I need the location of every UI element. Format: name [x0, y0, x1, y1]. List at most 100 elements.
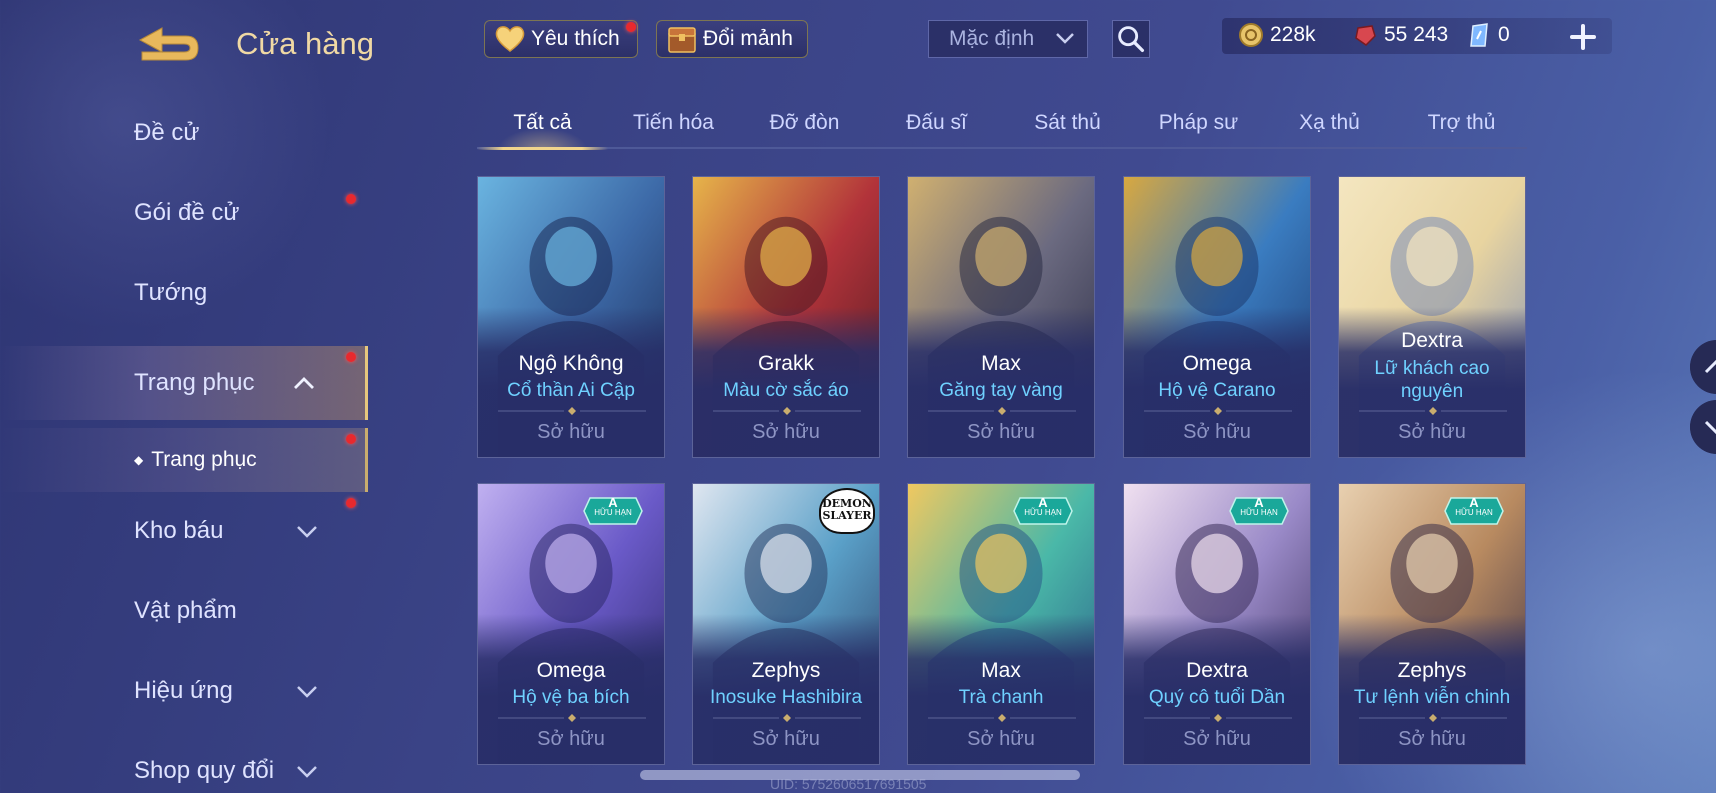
red-gem-icon — [1355, 25, 1376, 46]
hero-name: Omega — [536, 659, 606, 682]
ornament-divider — [498, 407, 646, 415]
gold-coin-icon — [1239, 23, 1263, 47]
owned-status: Sở hữu — [1183, 728, 1251, 750]
owned-status: Sở hữu — [537, 728, 605, 750]
ornament-divider — [1144, 714, 1292, 722]
owned-status: Sở hữu — [537, 421, 605, 443]
skin-card[interactable]: Dextra Quý cô tuổi Dần Sở hữu A HỮU HẠN — [1123, 483, 1311, 765]
tab-support[interactable]: Trợ thủ — [1396, 102, 1527, 148]
notification-dot — [346, 194, 356, 204]
notification-dot — [346, 434, 356, 444]
hero-name: Grakk — [757, 352, 814, 375]
owned-status: Sở hữu — [752, 728, 820, 750]
skin-name: Quý cô tuổi Dần — [1148, 687, 1286, 708]
player-uid: UID: 5752606517691505 — [770, 776, 927, 792]
scroll-down-button[interactable] — [1690, 400, 1716, 454]
sidebar-item-recommended[interactable]: Đề cử — [0, 96, 368, 170]
sort-value: Mặc định — [949, 27, 1035, 50]
exchange-label: Đổi mảnh — [703, 27, 793, 50]
sidebar: Đề cử Gói đề cử Tướng Trang phục ◆ Trang… — [0, 96, 370, 793]
hero-name: Max — [981, 352, 1021, 375]
tab-marksman[interactable]: Xạ thủ — [1264, 102, 1395, 148]
badge-label: HỮU HẠN — [1240, 508, 1278, 517]
treasure-chest-icon — [668, 27, 696, 53]
hero-name: Max — [981, 659, 1021, 682]
ornament-divider — [1144, 407, 1292, 415]
gem-currency: 55 243 — [1352, 22, 1448, 48]
notification-dot — [626, 22, 636, 32]
tab-tank[interactable]: Đỡ đòn — [739, 102, 870, 148]
ornament-divider — [713, 714, 861, 722]
chevron-down-icon — [297, 686, 317, 698]
owned-status: Sở hữu — [1183, 421, 1251, 443]
skin-card[interactable]: Max Trà chanh Sở hữu A HỮU HẠN — [907, 483, 1095, 765]
voucher-currency: 0 — [1466, 22, 1510, 48]
back-arrow-icon[interactable] — [132, 22, 204, 66]
ornament-divider — [498, 714, 646, 722]
sidebar-item-recommended-packs[interactable]: Gói đề cử — [0, 176, 368, 250]
hero-name: Omega — [1182, 352, 1252, 375]
hero-name: Zephys — [1397, 659, 1467, 682]
owned-status: Sở hữu — [967, 728, 1035, 750]
skin-card[interactable]: Zephys Tư lệnh viễn chinh Sở hữu A HỮU HẠN — [1338, 483, 1526, 765]
skin-card[interactable]: Omega Hộ vệ ba bích Sở hữu A HỮU HẠN — [477, 483, 665, 765]
skin-name: Inosuke Hashibira — [709, 687, 863, 708]
sort-dropdown[interactable]: Mặc định — [928, 20, 1088, 58]
sidebar-item-effects[interactable]: Hiệu ứng — [0, 654, 368, 728]
owned-status: Sở hữu — [1398, 728, 1466, 750]
hero-name: Dextra — [1186, 659, 1248, 682]
owned-status: Sở hữu — [967, 421, 1035, 443]
skin-card[interactable]: Zephys Inosuke Hashibira Sở hữu DEMON SLAYE… — [692, 483, 880, 765]
chevron-down-icon — [1056, 33, 1074, 44]
sidebar-item-items[interactable]: Vật phẩm — [0, 574, 368, 648]
ornament-divider — [928, 407, 1076, 415]
sidebar-subitem-skins[interactable]: ◆ Trang phục — [0, 428, 368, 492]
favorites-button[interactable]: Yêu thích — [484, 20, 638, 58]
ornament-divider — [1359, 407, 1507, 415]
sidebar-item-treasure[interactable]: Kho báu — [0, 494, 368, 568]
sidebar-item-exchange-shop[interactable]: Shop quy đổi — [0, 734, 368, 793]
tab-mage[interactable]: Pháp sư — [1133, 102, 1264, 148]
skin-card[interactable]: Max Găng tay vàng Sở hữu — [907, 176, 1095, 458]
skin-card[interactable]: Omega Hộ vệ Carano Sở hữu — [1123, 176, 1311, 458]
scroll-up-button[interactable] — [1690, 340, 1716, 394]
favorites-label: Yêu thích — [531, 27, 620, 50]
skin-name: Hộ vệ ba bích — [512, 687, 630, 708]
ornament-divider — [928, 714, 1076, 722]
ornament-divider — [713, 407, 861, 415]
sidebar-item-heroes[interactable]: Tướng — [0, 256, 368, 330]
search-icon[interactable] — [1112, 20, 1150, 58]
skin-name: Lữ khách cao nguyên — [1374, 358, 1490, 402]
skin-name: Màu cờ sắc áo — [723, 380, 849, 401]
badge-label: HỮU HẠN — [1024, 508, 1062, 517]
tab-all[interactable]: Tất cả — [477, 102, 608, 150]
badge-label: HỮU HẠN — [594, 508, 632, 517]
skin-name: Hộ vệ Carano — [1158, 380, 1276, 401]
ornament-divider — [1359, 714, 1507, 722]
voucher-card-icon — [1470, 23, 1488, 47]
hero-name: Dextra — [1401, 329, 1463, 352]
skin-card[interactable]: Dextra Lữ khách cao nguyên Sở hữu — [1338, 176, 1526, 458]
add-currency-button[interactable] — [1566, 20, 1600, 54]
chevron-up-icon — [294, 377, 314, 389]
owned-status: Sở hữu — [1398, 421, 1466, 443]
tab-fighter[interactable]: Đấu sĩ — [871, 102, 1002, 148]
page-title: Cửa hàng — [236, 26, 374, 61]
skin-name: Găng tay vàng — [939, 380, 1063, 401]
chevron-down-icon — [297, 766, 317, 778]
skin-name: Cổ thần Ai Cập — [507, 380, 635, 401]
skin-card[interactable]: Ngộ Không Cổ thần Ai Cập Sở hữu — [477, 176, 665, 458]
skin-name: Trà chanh — [958, 687, 1044, 708]
diamond-bullet-icon: ◆ — [134, 453, 144, 467]
gold-currency: 228k — [1238, 22, 1316, 48]
skin-card[interactable]: Grakk Màu cờ sắc áo Sở hữu — [692, 176, 880, 458]
hero-name: Zephys — [751, 659, 821, 682]
sidebar-item-skins[interactable]: Trang phục — [0, 346, 368, 420]
tab-evolution[interactable]: Tiến hóa — [608, 102, 739, 148]
demon-slayer-logo: DEMON SLAYER — [819, 488, 875, 534]
category-tabs: Tất cả Tiến hóa Đỡ đòn Đấu sĩ Sát thủ Ph… — [477, 102, 1527, 150]
hero-name: Ngộ Không — [518, 352, 624, 375]
tab-assassin[interactable]: Sát thủ — [1002, 102, 1133, 148]
exchange-fragments-button[interactable]: Đổi mảnh — [656, 20, 808, 58]
notification-dot — [346, 352, 356, 362]
